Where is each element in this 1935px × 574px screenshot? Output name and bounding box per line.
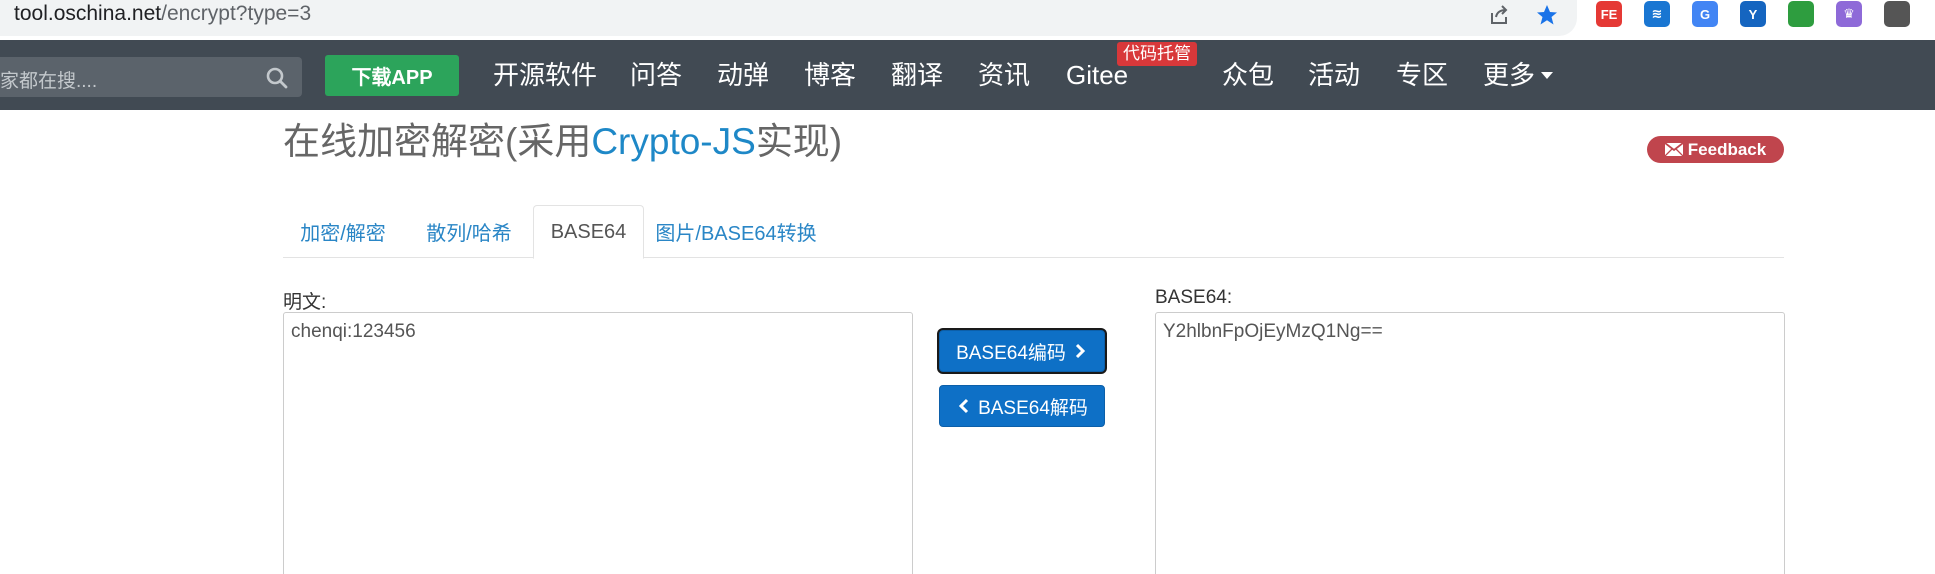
nav-open-source[interactable]: 开源软件: [493, 58, 597, 92]
site-navbar: 家都在搜.... 下载APP 开源软件 问答 动弹 博客 翻译 资讯 Gitee…: [0, 40, 1935, 110]
nav-blog[interactable]: 博客: [804, 58, 856, 92]
nav-tweet[interactable]: 动弹: [717, 58, 769, 92]
base64-label: BASE64:: [1155, 287, 1233, 308]
apps-extension-icon[interactable]: [1884, 1, 1910, 27]
feedback-label: Feedback: [1687, 139, 1767, 159]
nav-zones[interactable]: 专区: [1396, 58, 1448, 92]
nav-more-label: 更多: [1483, 60, 1536, 90]
layers-extension-icon[interactable]: ≋: [1644, 1, 1670, 27]
plaintext-label: 明文:: [283, 292, 327, 313]
address-bar[interactable]: tool.oschina.net/encrypt?type=3: [0, 0, 1577, 36]
crown-extension-icon[interactable]: ♛: [1836, 1, 1862, 27]
search-box[interactable]: 家都在搜....: [0, 57, 302, 97]
google-translate-extension-icon[interactable]: G: [1692, 1, 1718, 27]
search-input[interactable]: 家都在搜....: [0, 66, 97, 93]
url-host: tool.oschina.net: [14, 2, 162, 25]
base64-output[interactable]: Y2hlbnFpOjEyMzQ1Ng==: [1155, 312, 1785, 574]
chevron-left-icon: [958, 398, 969, 414]
title-prefix: 在线加密解密(采用: [283, 121, 592, 162]
title-brand: Crypto-JS: [591, 121, 756, 162]
feedback-button[interactable]: Feedback: [1647, 136, 1784, 163]
browser-toolbar: tool.oschina.net/encrypt?type=3 FE ≋ G Y ♛: [0, 0, 1935, 40]
share-icon[interactable]: [1486, 2, 1512, 28]
bookmark-star-icon[interactable]: [1534, 2, 1560, 28]
gitee-code-hosting-badge: 代码托管: [1117, 42, 1197, 66]
envelope-icon: [1664, 143, 1683, 156]
url-text[interactable]: tool.oschina.net/encrypt?type=3: [14, 1, 311, 27]
fe-helper-extension-icon[interactable]: FE: [1596, 1, 1622, 27]
plaintext-input[interactable]: chenqi:123456: [283, 312, 913, 574]
chevron-right-icon: [1075, 343, 1086, 359]
y-extension-icon[interactable]: Y: [1740, 1, 1766, 27]
nav-crowdsource[interactable]: 众包: [1222, 58, 1274, 92]
base64-decode-button[interactable]: BASE64解码: [939, 385, 1105, 427]
url-path: /encrypt?type=3: [161, 2, 312, 25]
tab-hash[interactable]: 散列/哈希: [407, 205, 531, 258]
tag-extension-icon[interactable]: [1788, 1, 1814, 27]
download-app-button[interactable]: 下载APP: [325, 55, 459, 96]
tab-encrypt-decrypt[interactable]: 加密/解密: [283, 205, 403, 258]
search-icon[interactable]: [265, 66, 289, 90]
nav-events[interactable]: 活动: [1308, 58, 1360, 92]
caret-down-icon: [1541, 72, 1554, 80]
tab-image-base64[interactable]: 图片/BASE64转换: [646, 205, 826, 258]
nav-qa[interactable]: 问答: [630, 58, 682, 92]
decode-label: BASE64解码: [978, 397, 1088, 419]
page-title: 在线加密解密(采用Crypto-JS实现): [283, 118, 842, 166]
nav-translate[interactable]: 翻译: [891, 58, 943, 92]
tool-tabs: 加密/解密 散列/哈希 BASE64 图片/BASE64转换: [283, 205, 1784, 259]
nav-news[interactable]: 资讯: [978, 58, 1030, 92]
tab-base64[interactable]: BASE64: [533, 205, 644, 259]
base64-encode-button[interactable]: BASE64编码: [939, 330, 1105, 372]
encode-label: BASE64编码: [956, 342, 1066, 364]
title-suffix: 实现): [755, 121, 843, 162]
nav-more[interactable]: 更多: [1483, 58, 1554, 92]
